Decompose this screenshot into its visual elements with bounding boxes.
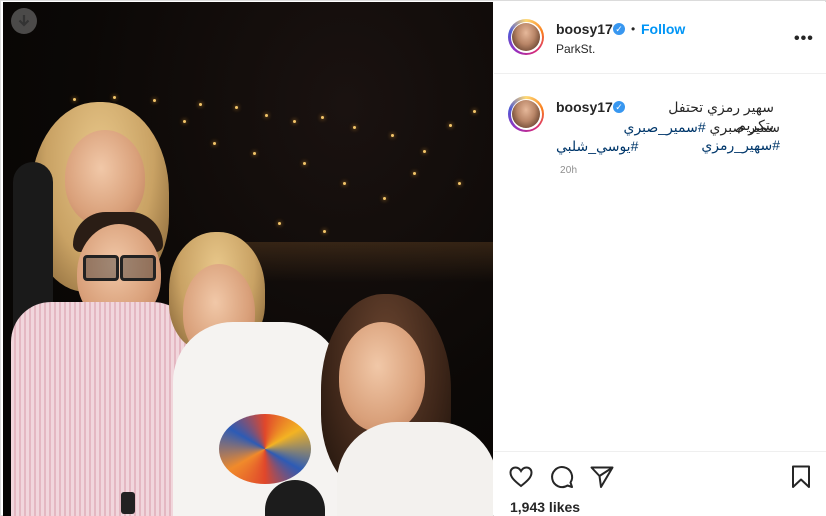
hashtag-link-yousi[interactable]: #يوسي_شلبي xyxy=(556,137,638,155)
share-button[interactable] xyxy=(589,464,615,490)
post-timestamp[interactable]: 20h xyxy=(560,165,577,176)
more-options-icon[interactable]: ••• xyxy=(794,30,814,48)
separator-dot: • xyxy=(631,22,636,36)
post-header: boosy17 ✓ • Follow ParkSt. ••• xyxy=(494,2,826,74)
caption-plain: سمير صبري xyxy=(709,119,780,135)
download-button[interactable] xyxy=(11,8,37,34)
action-bar: 1,943 likes xyxy=(494,451,826,515)
bookmark-icon xyxy=(792,465,810,488)
caption-verified-icon: ✓ xyxy=(613,101,625,113)
post-side-panel: boosy17 ✓ • Follow ParkSt. ••• boosy17 ✓… xyxy=(494,2,826,516)
location-link[interactable]: ParkSt. xyxy=(556,42,595,56)
caption-avatar[interactable] xyxy=(508,96,544,132)
download-arrow-icon xyxy=(18,15,30,27)
post-photo[interactable] xyxy=(3,2,493,516)
like-button[interactable] xyxy=(508,464,534,490)
header-username[interactable]: boosy17 xyxy=(556,21,613,37)
post-frame: boosy17 ✓ • Follow ParkSt. ••• boosy17 ✓… xyxy=(0,0,826,516)
paper-plane-icon xyxy=(590,466,614,488)
comment-button[interactable] xyxy=(549,464,575,490)
verified-icon: ✓ xyxy=(613,23,625,35)
comment-icon xyxy=(551,466,574,489)
likes-count[interactable]: 1,943 likes xyxy=(510,499,580,515)
avatar[interactable] xyxy=(508,19,544,55)
follow-button[interactable]: Follow xyxy=(641,21,685,37)
heart-icon xyxy=(509,466,533,488)
caption-username[interactable]: boosy17 xyxy=(556,99,613,115)
save-button[interactable] xyxy=(788,464,814,490)
